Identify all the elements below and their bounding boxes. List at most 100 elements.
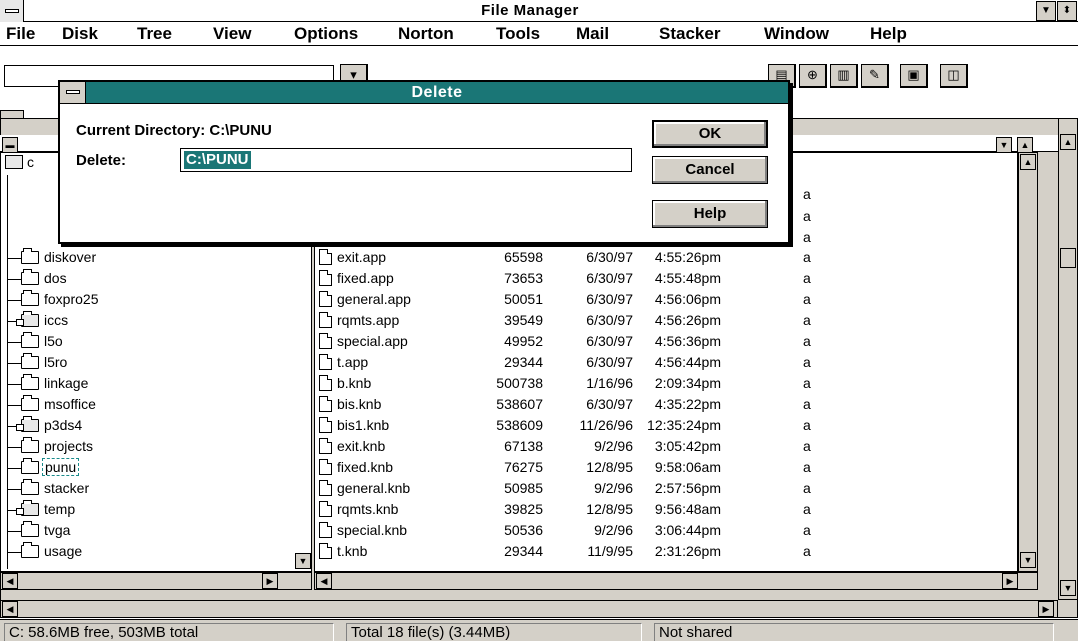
dialog-system-menu-icon[interactable] bbox=[60, 82, 86, 103]
file-size: 500738 bbox=[496, 375, 543, 391]
menu-norton[interactable]: Norton bbox=[398, 24, 454, 44]
system-menu-icon[interactable] bbox=[0, 0, 24, 22]
file-date: 6/30/97 bbox=[586, 312, 633, 328]
scroll-down-icon[interactable]: ▼ bbox=[1060, 580, 1076, 596]
tree-branch-line bbox=[7, 468, 21, 469]
folder-icon bbox=[16, 500, 39, 516]
help-button[interactable]: Help bbox=[652, 200, 768, 228]
doc-system-menu-icon[interactable]: ▬ bbox=[2, 137, 18, 153]
scroll-right-icon[interactable]: ▶ bbox=[262, 573, 278, 589]
scroll-right-icon[interactable]: ▶ bbox=[1002, 573, 1018, 589]
tool-add-icon[interactable]: ⊕ bbox=[799, 64, 827, 88]
file-row[interactable]: fixed.knb 76275 12/8/95 9:58:06am a bbox=[315, 458, 1015, 479]
doc-maximize-icon[interactable]: ▲ bbox=[1017, 137, 1033, 153]
file-row[interactable]: exit.knb 67138 9/2/96 3:05:42pm a bbox=[315, 437, 1015, 458]
minimize-icon[interactable]: ▼ bbox=[1036, 1, 1056, 21]
tool-save-icon[interactable]: ▥ bbox=[830, 64, 858, 88]
tree-item-label: stacker bbox=[44, 480, 90, 496]
file-row[interactable]: b.knb 500738 1/16/96 2:09:34pm a bbox=[315, 374, 1015, 395]
tree-item[interactable]: tvga bbox=[1, 521, 291, 542]
cancel-button[interactable]: Cancel bbox=[652, 156, 768, 184]
hidden-attr: a bbox=[803, 186, 811, 202]
tree-branch-line bbox=[7, 384, 21, 385]
ok-button[interactable]: OK bbox=[652, 120, 768, 148]
tree-item[interactable]: stacker bbox=[1, 479, 291, 500]
delete-label: Delete: bbox=[76, 152, 127, 169]
menu-options[interactable]: Options bbox=[294, 24, 358, 44]
file-row[interactable]: rqmts.knb 39825 12/8/95 9:56:48am a bbox=[315, 500, 1015, 521]
menu-mail[interactable]: Mail bbox=[576, 24, 609, 44]
file-name: exit.app bbox=[337, 249, 387, 265]
window-title: File Manager bbox=[481, 2, 579, 19]
doc-minimize-icon[interactable]: ▼ bbox=[996, 137, 1012, 153]
tool-folder-icon[interactable]: ▣ bbox=[900, 64, 928, 88]
menu-tools[interactable]: Tools bbox=[496, 24, 540, 44]
list-vscroll[interactable] bbox=[1018, 152, 1038, 572]
file-date: 6/30/97 bbox=[586, 333, 633, 349]
file-row[interactable]: exit.app 65598 6/30/97 4:55:26pm a bbox=[315, 248, 1015, 269]
frame-hscroll[interactable] bbox=[0, 600, 1058, 618]
tool-open-icon[interactable]: ✎ bbox=[861, 64, 889, 88]
tree-item[interactable]: punu bbox=[1, 458, 291, 479]
file-row[interactable]: special.knb 50536 9/2/96 3:06:44pm a bbox=[315, 521, 1015, 542]
scroll-left-icon[interactable]: ◀ bbox=[2, 573, 18, 589]
tree-item[interactable]: foxpro25 bbox=[1, 290, 291, 311]
tool-split-icon[interactable]: ◫ bbox=[940, 64, 968, 88]
document-icon bbox=[319, 417, 332, 433]
tree-item[interactable]: usage bbox=[1, 542, 291, 563]
menu-file[interactable]: File bbox=[6, 24, 35, 44]
file-size: 50051 bbox=[504, 291, 543, 307]
file-row[interactable]: t.knb 29344 11/9/95 2:31:26pm a bbox=[315, 542, 1015, 563]
tree-item-label: temp bbox=[44, 501, 76, 517]
scroll-thumb[interactable] bbox=[1060, 248, 1076, 268]
restore-icon[interactable]: ⬍ bbox=[1057, 1, 1077, 21]
file-attr: a bbox=[803, 396, 811, 412]
file-size: 29344 bbox=[504, 354, 543, 370]
file-attr: a bbox=[803, 543, 811, 559]
file-time: 3:06:44pm bbox=[654, 522, 721, 538]
file-date: 1/16/96 bbox=[586, 375, 633, 391]
list-hscroll[interactable] bbox=[314, 572, 1038, 590]
file-row[interactable]: t.app 29344 6/30/97 4:56:44pm a bbox=[315, 353, 1015, 374]
file-row[interactable]: special.app 49952 6/30/97 4:56:36pm a bbox=[315, 332, 1015, 353]
tree-item-label: usage bbox=[44, 543, 83, 559]
scroll-down-icon[interactable]: ▼ bbox=[1020, 552, 1036, 568]
scroll-left-icon[interactable]: ◀ bbox=[316, 573, 332, 589]
scroll-left-icon[interactable]: ◀ bbox=[2, 601, 18, 617]
tree-item[interactable]: linkage bbox=[1, 374, 291, 395]
tree-item-label: msoffice bbox=[44, 396, 96, 412]
tree-item[interactable]: dos bbox=[1, 269, 291, 290]
menu-help[interactable]: Help bbox=[870, 24, 907, 44]
file-row[interactable]: fixed.app 73653 6/30/97 4:55:48pm a bbox=[315, 269, 1015, 290]
scroll-up-icon[interactable]: ▲ bbox=[1060, 134, 1076, 150]
tree-item[interactable]: diskover bbox=[1, 248, 291, 269]
file-row[interactable]: bis1.knb 538609 11/26/96 12:35:24pm a bbox=[315, 416, 1015, 437]
menu-stacker[interactable]: Stacker bbox=[659, 24, 720, 44]
file-row[interactable]: bis.knb 538607 6/30/97 4:35:22pm a bbox=[315, 395, 1015, 416]
tree-branch-line bbox=[7, 363, 21, 364]
file-row[interactable]: rqmts.app 39549 6/30/97 4:56:26pm a bbox=[315, 311, 1015, 332]
delete-path-input[interactable]: C:\PUNU bbox=[180, 148, 632, 172]
scroll-down-icon[interactable]: ▼ bbox=[295, 553, 311, 569]
menu-window[interactable]: Window bbox=[764, 24, 829, 44]
tree-item[interactable]: temp bbox=[1, 500, 291, 521]
tree-item[interactable]: l5ro bbox=[1, 353, 291, 374]
file-row[interactable]: general.knb 50985 9/2/96 2:57:56pm a bbox=[315, 479, 1015, 500]
frame-vscroll[interactable] bbox=[1058, 118, 1078, 600]
scroll-right-icon[interactable]: ▶ bbox=[1038, 601, 1054, 617]
document-icon bbox=[319, 375, 332, 391]
tree-item[interactable]: projects bbox=[1, 437, 291, 458]
menu-disk[interactable]: Disk bbox=[62, 24, 98, 44]
menu-tree[interactable]: Tree bbox=[137, 24, 172, 44]
tree-item[interactable]: p3ds4 bbox=[1, 416, 291, 437]
tree-item[interactable]: msoffice bbox=[1, 395, 291, 416]
menu-view[interactable]: View bbox=[213, 24, 251, 44]
tree-item[interactable]: l5o bbox=[1, 332, 291, 353]
file-name: special.knb bbox=[337, 522, 408, 538]
tree-item[interactable]: iccs bbox=[1, 311, 291, 332]
file-attr: a bbox=[803, 375, 811, 391]
file-size: 49952 bbox=[504, 333, 543, 349]
file-row[interactable]: general.app 50051 6/30/97 4:56:06pm a bbox=[315, 290, 1015, 311]
file-time: 2:57:56pm bbox=[654, 480, 721, 496]
scroll-up-icon[interactable]: ▲ bbox=[1020, 154, 1036, 170]
